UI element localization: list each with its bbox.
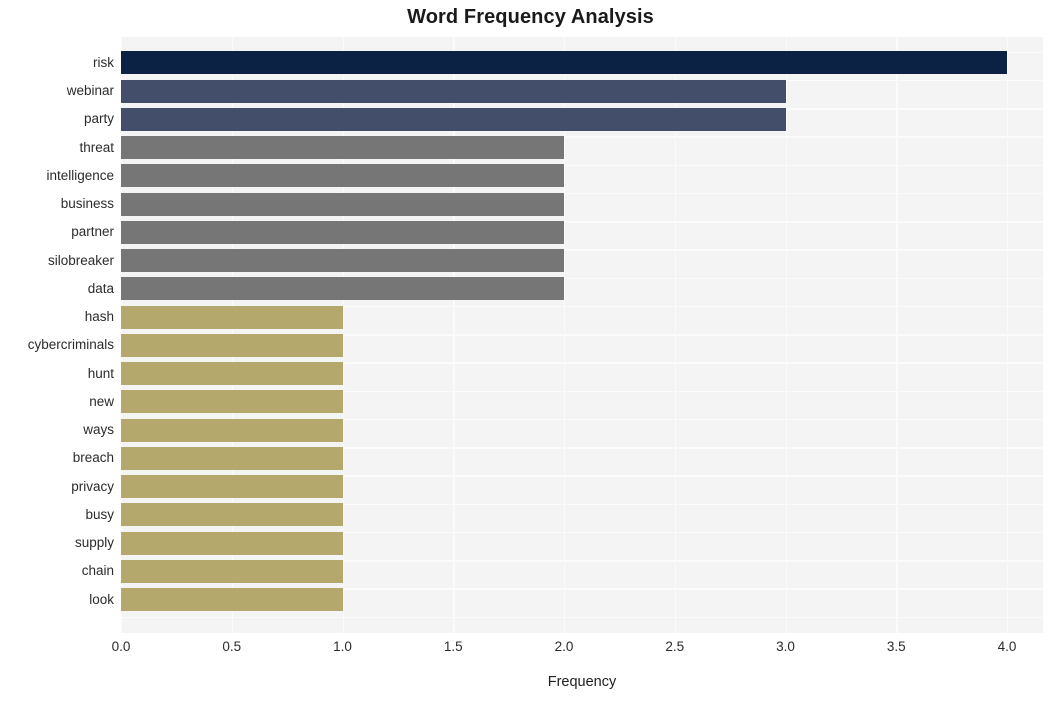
bar — [121, 164, 564, 188]
y-tick-label: threat — [79, 139, 114, 155]
bar — [121, 51, 1007, 75]
y-tick-label: silobreaker — [47, 252, 114, 268]
word-frequency-bar-chart: Word Frequency Analysis risk webinar party… — [0, 0, 1061, 701]
y-tick-label: data — [87, 280, 114, 296]
bar — [121, 79, 786, 103]
bar — [121, 249, 564, 273]
y-tick-label: breach — [72, 450, 114, 466]
y-tick-label: busy — [85, 506, 114, 522]
y-tick-label: hash — [84, 309, 114, 325]
chart-title: Word Frequency Analysis — [407, 6, 654, 28]
x-tick-label: 2.0 — [554, 639, 574, 654]
bar — [121, 107, 786, 131]
bar — [121, 305, 343, 329]
x-tick-label: 4.0 — [997, 639, 1017, 654]
bar — [121, 503, 343, 527]
x-tick-label: 3.5 — [886, 639, 906, 654]
x-tick-label: 3.0 — [776, 639, 795, 654]
y-tick-label: webinar — [66, 83, 114, 99]
y-tick-label: party — [83, 111, 114, 127]
x-tick-label: 0.5 — [222, 639, 242, 654]
x-tick-label: 1.5 — [443, 639, 463, 654]
y-tick-label: new — [89, 393, 114, 409]
bar — [121, 136, 564, 160]
y-tick-label: cybercriminals — [27, 337, 114, 353]
bar — [121, 362, 343, 386]
bar — [121, 446, 343, 470]
x-axis: 0.0 0.5 1.0 1.5 2.0 2.5 3.0 3.5 4.0 — [0, 639, 1061, 661]
y-tick-label: intelligence — [46, 167, 114, 183]
y-tick-label: risk — [93, 54, 114, 70]
bar — [121, 588, 343, 612]
y-tick-label: chain — [81, 563, 114, 579]
bar — [121, 192, 564, 216]
bar — [121, 220, 564, 244]
y-tick-label: ways — [83, 422, 114, 438]
bar — [121, 333, 343, 357]
y-tick-label: business — [60, 196, 114, 212]
x-axis-title: Frequency — [547, 674, 617, 690]
bars-layer — [121, 37, 1043, 633]
y-axis: risk webinar party threat intelligence busine… — [0, 37, 114, 633]
bar — [121, 559, 343, 583]
y-tick-label: hunt — [87, 365, 114, 381]
bar — [121, 531, 343, 555]
y-tick-label: partner — [71, 224, 114, 240]
bar — [121, 390, 343, 414]
bar — [121, 277, 564, 301]
x-tick-label: 2.5 — [665, 639, 685, 654]
y-tick-label: look — [89, 591, 114, 607]
x-tick-label: 1.0 — [333, 639, 352, 654]
x-tick-label: 0.0 — [111, 639, 131, 654]
y-tick-label: privacy — [71, 478, 114, 494]
y-tick-label: supply — [74, 535, 114, 551]
plot-area — [121, 37, 1043, 633]
bar — [121, 475, 343, 499]
bar — [121, 418, 343, 442]
